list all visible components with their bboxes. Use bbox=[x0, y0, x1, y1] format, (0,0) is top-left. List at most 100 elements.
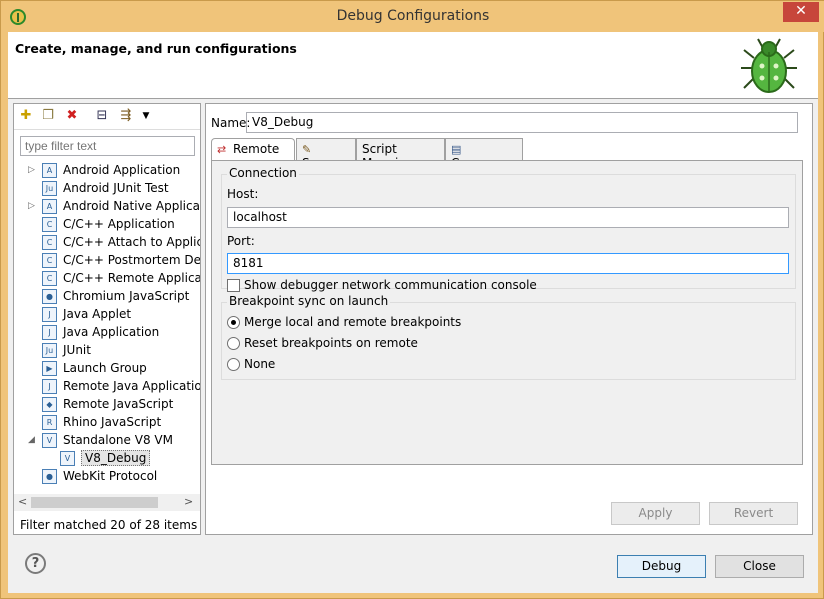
tab-remote[interactable]: ⇄ Remote bbox=[211, 138, 295, 161]
cpp-attach-icon: C bbox=[42, 235, 57, 250]
tree-item-label: Android Application bbox=[63, 163, 181, 177]
remote-tab-body: Connection Host: localhost Port: 8181 Sh… bbox=[211, 160, 803, 465]
port-input[interactable]: 8181 bbox=[227, 253, 789, 274]
tab-script-mapping[interactable]: Script Mapping bbox=[356, 138, 445, 170]
android-native-icon: A bbox=[42, 199, 57, 214]
apply-button[interactable]: Apply bbox=[611, 502, 700, 525]
remote-js-icon: ◆ bbox=[42, 397, 57, 412]
tree-item[interactable]: C C/C++ Postmortem Debu bbox=[14, 252, 200, 270]
tree-item-label: V8_Debug bbox=[81, 450, 151, 466]
tab-common[interactable]: ▤Common bbox=[445, 138, 523, 170]
merge-breakpoints-label[interactable]: Merge local and remote breakpoints bbox=[244, 315, 461, 329]
scroll-left-icon[interactable]: < bbox=[18, 495, 27, 508]
launch-group-icon: ▶ bbox=[42, 361, 57, 376]
tree-item[interactable]: ▶ Launch Group bbox=[14, 360, 200, 378]
revert-button[interactable]: Revert bbox=[709, 502, 798, 525]
chromium-icon: ● bbox=[42, 289, 57, 304]
debug-button[interactable]: Debug bbox=[617, 555, 706, 578]
cpp-remote-icon: C bbox=[42, 271, 57, 286]
filter-status: Filter matched 20 of 28 items bbox=[20, 518, 198, 532]
tree-item[interactable]: Ju JUnit bbox=[14, 342, 200, 360]
tree-toolbar: ✚ ❐ ✖ ⊟ ⇶ ▼ bbox=[14, 104, 200, 130]
tree-item-label: Java Application bbox=[63, 325, 160, 339]
java-app-icon: J bbox=[42, 325, 57, 340]
configuration-tree: ▷ A Android Application Ju Android JUnit Tes… bbox=[14, 160, 200, 492]
tree-item-label: Android Native Applicati bbox=[63, 199, 200, 213]
tab-source[interactable]: ✎Source bbox=[296, 138, 356, 170]
tree-item-label: Chromium JavaScript bbox=[63, 289, 190, 303]
filter-input[interactable] bbox=[20, 136, 195, 156]
remote-java-icon: J bbox=[42, 379, 57, 394]
show-console-label[interactable]: Show debugger network communication cons… bbox=[244, 278, 537, 292]
tree-item-label: JUnit bbox=[63, 343, 91, 357]
tree-item[interactable]: ● Chromium JavaScript bbox=[14, 288, 200, 306]
breakpoint-sync-title: Breakpoint sync on launch bbox=[227, 294, 391, 308]
title-bar: Debug Configurations ✕ bbox=[1, 1, 824, 32]
tree-item-label: C/C++ Postmortem Debu bbox=[63, 253, 200, 267]
tree-item-label: WebKit Protocol bbox=[63, 469, 158, 483]
junit-icon: Ju bbox=[42, 343, 57, 358]
window-title: Debug Configurations bbox=[336, 8, 490, 24]
connection-group: Connection Host: localhost Port: 8181 Sh… bbox=[221, 166, 796, 292]
collapse-arrow-icon[interactable]: ◢ bbox=[28, 435, 35, 445]
android-app-icon: A bbox=[42, 163, 57, 178]
common-tab-icon: ▤ bbox=[451, 143, 462, 156]
collapse-all-icon[interactable]: ⊟ bbox=[94, 108, 110, 124]
tree-item[interactable]: ◆ Remote JavaScript bbox=[14, 396, 200, 414]
configuration-editor-pane: Name: V8_Debug ⇄ Remote ✎Source Script Ma… bbox=[205, 103, 813, 535]
tree-item-label: Remote Java Application bbox=[63, 379, 200, 393]
name-input[interactable]: V8_Debug bbox=[246, 112, 798, 133]
reset-breakpoints-label[interactable]: Reset breakpoints on remote bbox=[244, 336, 418, 350]
show-console-checkbox[interactable] bbox=[227, 279, 240, 292]
none-label[interactable]: None bbox=[244, 357, 275, 371]
delete-icon[interactable]: ✖ bbox=[64, 108, 80, 124]
tree-item[interactable]: R Rhino JavaScript bbox=[14, 414, 200, 432]
tree-item-child[interactable]: V V8_Debug bbox=[14, 450, 200, 468]
duplicate-icon[interactable]: ❐ bbox=[40, 108, 56, 124]
tree-item[interactable]: C C/C++ Remote Applicati bbox=[14, 270, 200, 288]
tree-item[interactable]: ▷ A Android Native Applicati bbox=[14, 198, 200, 216]
tree-item-label: Android JUnit Test bbox=[63, 181, 169, 195]
connection-group-title: Connection bbox=[227, 166, 299, 180]
scroll-right-icon[interactable]: > bbox=[184, 495, 193, 508]
expand-arrow-icon[interactable]: ▷ bbox=[28, 165, 35, 175]
v8-vm-icon: V bbox=[42, 433, 57, 448]
filter-dropdown-icon[interactable]: ▼ bbox=[138, 108, 154, 124]
tab-remote-label: Remote bbox=[233, 142, 280, 156]
tree-item-label: Standalone V8 VM bbox=[63, 433, 173, 447]
banner-title: Create, manage, and run configurations bbox=[15, 41, 297, 56]
scroll-thumb[interactable] bbox=[31, 497, 158, 508]
window-close-button[interactable]: ✕ bbox=[783, 2, 819, 22]
tree-item[interactable]: C C/C++ Application bbox=[14, 216, 200, 234]
dialog-banner: Create, manage, and run configurations bbox=[8, 32, 818, 99]
tree-item[interactable]: Ju Android JUnit Test bbox=[14, 180, 200, 198]
tree-item[interactable]: ◢ V Standalone V8 VM bbox=[14, 432, 200, 450]
tree-item[interactable]: ▷ A Android Application bbox=[14, 162, 200, 180]
v8-debug-icon: V bbox=[60, 451, 75, 466]
tree-item[interactable]: ● WebKit Protocol bbox=[14, 468, 200, 486]
none-radio[interactable] bbox=[227, 358, 240, 371]
reset-breakpoints-radio[interactable] bbox=[227, 337, 240, 350]
remote-tab-icon: ⇄ bbox=[217, 143, 227, 156]
close-button[interactable]: Close bbox=[715, 555, 804, 578]
tree-item[interactable]: J Java Application bbox=[14, 324, 200, 342]
host-input[interactable]: localhost bbox=[227, 207, 789, 228]
tree-horizontal-scrollbar[interactable]: < > bbox=[14, 494, 200, 511]
tree-item-label: C/C++ Attach to Applica bbox=[63, 235, 200, 249]
source-tab-icon: ✎ bbox=[302, 143, 312, 156]
tree-item[interactable]: J Remote Java Application bbox=[14, 378, 200, 396]
configuration-tree-pane: ✚ ❐ ✖ ⊟ ⇶ ▼ ▷ A Android Application Ju Andro… bbox=[13, 103, 201, 535]
tree-item-label: C/C++ Remote Applicati bbox=[63, 271, 200, 285]
merge-breakpoints-radio[interactable] bbox=[227, 316, 240, 329]
dialog-client-area: Create, manage, and run configurations ✚… bbox=[8, 32, 818, 593]
filter-icon[interactable]: ⇶ bbox=[118, 108, 134, 124]
new-config-icon[interactable]: ✚ bbox=[18, 108, 34, 124]
tree-item[interactable]: J Java Applet bbox=[14, 306, 200, 324]
webkit-icon: ● bbox=[42, 469, 57, 484]
cpp-app-icon: C bbox=[42, 217, 57, 232]
debug-configurations-window: Debug Configurations ✕ Create, manage, a… bbox=[0, 0, 824, 599]
tree-item[interactable]: C C/C++ Attach to Applica bbox=[14, 234, 200, 252]
help-icon[interactable]: ? bbox=[25, 553, 46, 574]
expand-arrow-icon[interactable]: ▷ bbox=[28, 201, 35, 211]
port-label: Port: bbox=[227, 234, 255, 248]
